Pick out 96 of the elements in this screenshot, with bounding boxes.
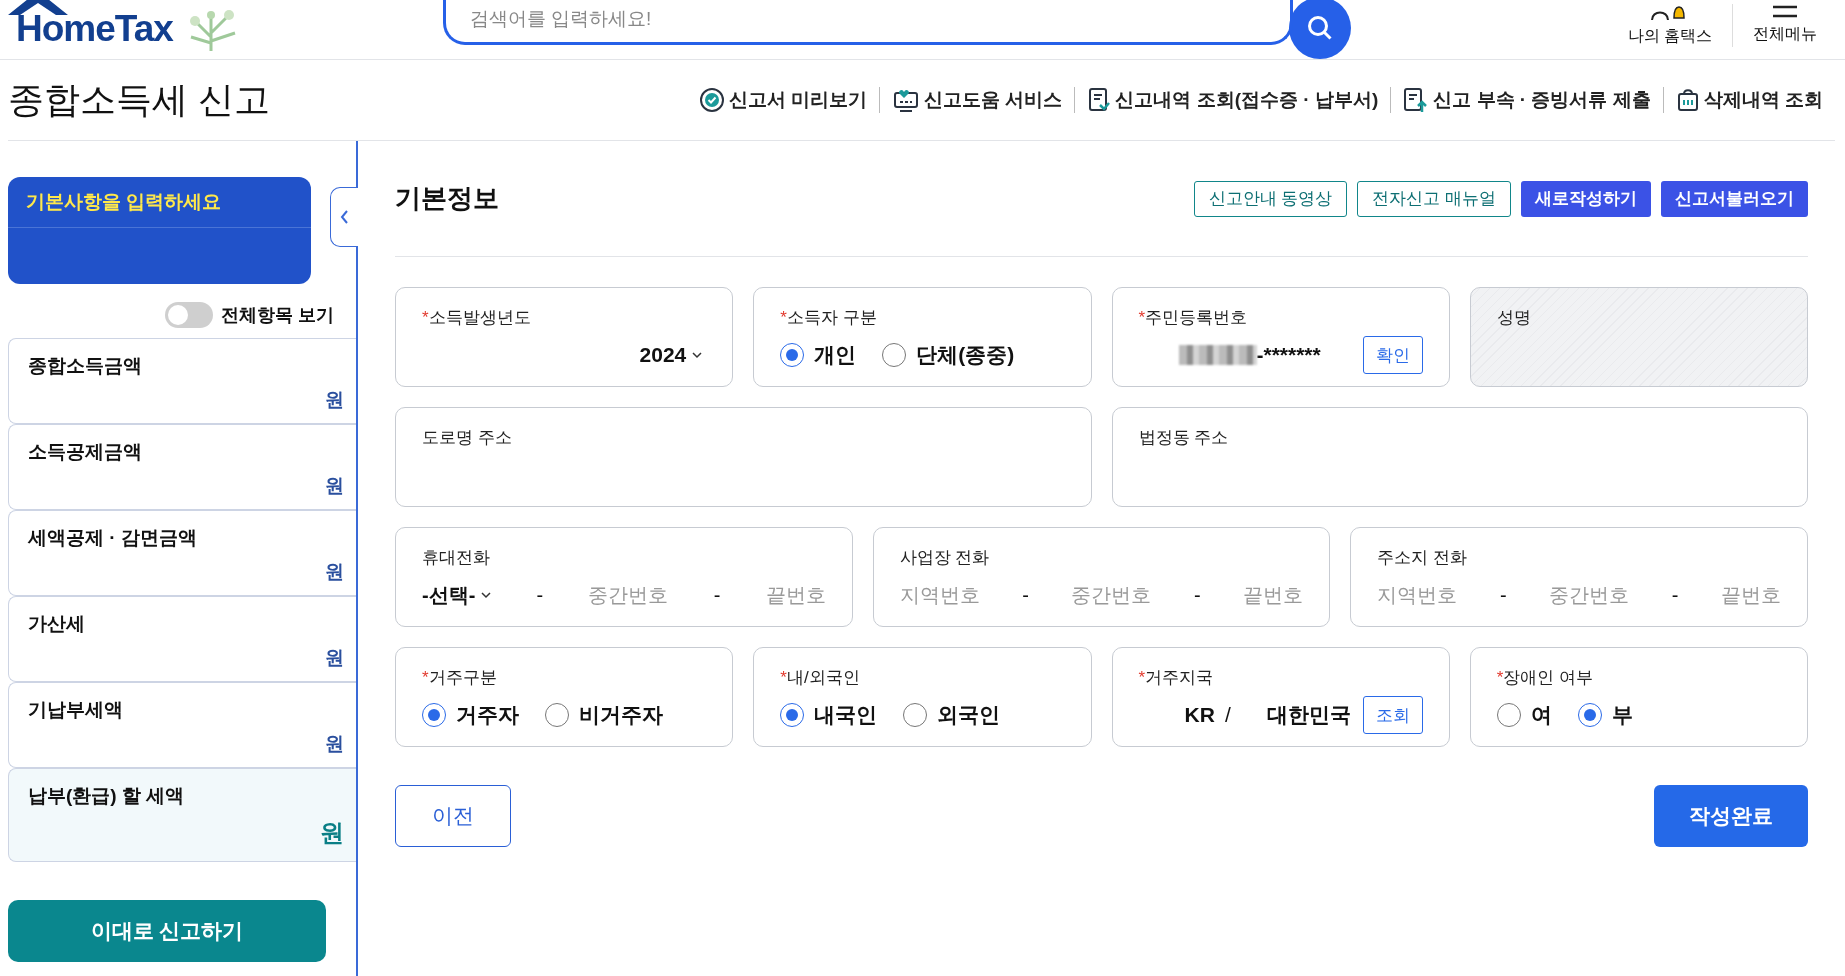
unit-label: 원 [320, 818, 344, 848]
field-label: *소득자 구분 [780, 307, 878, 329]
action-button[interactable]: 신고안내 동영상 [1193, 180, 1348, 217]
toolbar-link[interactable]: 신고 부속 · 증빙서류 제출 [1390, 87, 1663, 113]
confirm-button[interactable]: 확인 [1362, 336, 1423, 374]
item-label: 가산세 [28, 612, 86, 636]
field-label: 법정동 주소 [1138, 427, 1230, 449]
form-field[interactable]: *주민등록번호 -******* 확인 [1111, 287, 1450, 387]
toolbar-link[interactable]: 삭제내역 조회 [1662, 87, 1835, 113]
radio-option[interactable]: 비거주자 [545, 701, 663, 729]
country-name: 대한민국 [1266, 702, 1351, 728]
slash: / [1224, 703, 1231, 727]
form-field[interactable]: *소득자 구분 개인 단체(종중) [753, 287, 1092, 387]
header-action[interactable]: 전체메뉴 [1732, 4, 1837, 47]
form-field[interactable]: *거주지국 KR / 대한민국 조회 [1111, 647, 1450, 747]
radio-option[interactable]: 내국인 [780, 701, 878, 729]
toolbar-link[interactable]: 신고내역 조회(접수증 · 납부서) [1074, 87, 1391, 113]
field-label: 성명 [1496, 307, 1532, 329]
collapse-button[interactable] [330, 187, 358, 247]
unit-label: 원 [325, 388, 344, 412]
complete-button[interactable]: 작성완료 [1654, 785, 1808, 847]
action-button[interactable]: 새로작성하기 [1521, 180, 1651, 217]
toolbar-link[interactable]: 신고도움 서비스 [879, 87, 1075, 113]
form-field[interactable]: 휴대전화 -선택- - 중간번호 - 끝번호 [395, 527, 853, 627]
monitor-heart-icon [892, 87, 921, 113]
form-field[interactable]: *장애인 여부 여 부 [1469, 647, 1808, 747]
dash: - [1671, 583, 1679, 607]
search-icon [1305, 14, 1334, 42]
action-button[interactable]: 신고서불러오기 [1661, 180, 1808, 217]
dash: - [713, 583, 721, 607]
toggle-label: 전체항목 보기 [221, 304, 334, 327]
page-title: 종합소득세 신고 [8, 77, 270, 122]
form-field[interactable]: *소득발생년도 2024 [395, 287, 734, 387]
unit-label: 원 [325, 646, 344, 670]
radio-option[interactable]: 거주자 [422, 701, 519, 729]
dash: - [1022, 583, 1029, 607]
item-label: 소득공제금액 [28, 440, 143, 464]
toggle-switch[interactable] [165, 302, 213, 328]
form-field[interactable]: *내/외국인 내국인 외국인 [753, 647, 1092, 747]
dash: - [1499, 583, 1507, 607]
field-label: *소득발생년도 [422, 307, 532, 329]
form-field[interactable]: 도로명 주소 [395, 407, 1092, 507]
summary-item[interactable]: 기납부세액 원 [8, 682, 356, 768]
field-label: 주소지 전화 [1377, 547, 1469, 569]
country-code: KR [1184, 703, 1215, 727]
summary-item[interactable]: 납부(환급) 할 세액 원 [8, 768, 356, 862]
item-label: 기납부세액 [28, 698, 124, 722]
search-button[interactable] [1288, 0, 1351, 59]
radio-option[interactable]: 단체(종중) [882, 341, 1015, 369]
section-title: 기본정보 [395, 182, 499, 215]
field-label: 휴대전화 [422, 547, 491, 569]
dash: - [536, 583, 544, 607]
field-label: 도로명 주소 [422, 427, 513, 449]
document-icon [1087, 87, 1112, 113]
menu-icon [1771, 4, 1799, 18]
summary-item[interactable]: 가산세 원 [8, 596, 356, 682]
field-label: *내/외국인 [780, 667, 861, 689]
toolbar-link[interactable]: 신고서 미리보기 [686, 87, 880, 113]
unit-label: 원 [325, 560, 344, 584]
radio-option[interactable]: 여 [1496, 701, 1552, 729]
submit-button[interactable]: 이대로 신고하기 [8, 900, 326, 962]
lookup-button[interactable]: 조회 [1362, 696, 1423, 734]
unit-label: 원 [325, 474, 344, 498]
check-circle-icon [698, 87, 725, 113]
chevron-down-icon [692, 351, 703, 359]
radio-option[interactable]: 부 [1577, 701, 1633, 729]
previous-button[interactable]: 이전 [395, 785, 511, 847]
chevron-left-icon [340, 210, 349, 224]
item-label: 납부(환급) 할 세액 [28, 784, 186, 808]
field-label: 사업장 전화 [899, 547, 991, 569]
summary-item[interactable]: 종합소득금액 원 [8, 338, 356, 424]
item-label: 세액공제 · 감면금액 [28, 526, 198, 550]
field-label: *거주지국 [1138, 667, 1215, 689]
field-label: *장애인 여부 [1496, 667, 1595, 689]
dash: - [1194, 583, 1201, 607]
search-field[interactable]: 검색어를 입력하세요! [442, 0, 1293, 45]
carrier-select[interactable]: -선택- [422, 581, 492, 609]
radio-option[interactable]: 개인 [780, 341, 857, 369]
chevron-down-icon [481, 591, 492, 599]
summary-item[interactable]: 세액공제 · 감면금액 원 [8, 510, 356, 596]
summary-item[interactable]: 소득공제금액 원 [8, 424, 356, 510]
header-action[interactable]: 나의 홈택스 [1607, 4, 1732, 47]
item-label: 종합소득금액 [28, 354, 143, 378]
form-field[interactable]: 법정동 주소 [1111, 407, 1808, 507]
radio-option[interactable]: 외국인 [903, 701, 1001, 729]
basket-icon [1675, 87, 1700, 113]
masked-number: -******* [1256, 343, 1321, 367]
field-label: *주민등록번호 [1138, 307, 1249, 329]
banner-text: 기본사항을 입력하세요 [8, 177, 311, 228]
unit-label: 원 [325, 732, 344, 756]
field-label: *거주구분 [422, 667, 498, 689]
year-select[interactable]: 2024 [639, 343, 703, 367]
house-roof-icon [8, 0, 68, 15]
form-field[interactable]: *거주구분 거주자 비거주자 [395, 647, 734, 747]
logo[interactable]: HomeTax [16, 10, 173, 59]
action-button[interactable]: 전자신고 매뉴얼 [1357, 180, 1511, 217]
